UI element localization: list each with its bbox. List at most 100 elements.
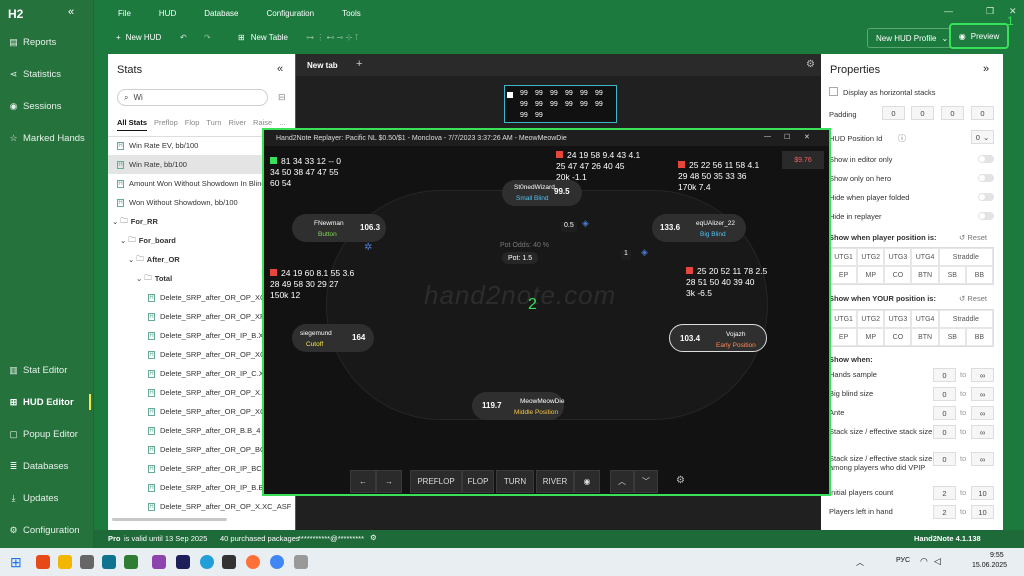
position-cell[interactable]: CO	[884, 266, 912, 284]
condition-from-input[interactable]: 0	[933, 368, 956, 382]
menu-hud[interactable]: HUD	[159, 9, 176, 18]
hud-anchor[interactable]	[507, 92, 513, 98]
app-icon[interactable]	[176, 555, 190, 569]
preflop-button[interactable]: PREFLOP	[410, 470, 462, 493]
condition-from-input[interactable]: 0	[933, 406, 956, 420]
clock-date[interactable]: 15.06.2025	[972, 562, 1007, 569]
hide-when-folded-toggle[interactable]	[978, 193, 994, 201]
minimize-icon[interactable]: —	[764, 133, 771, 140]
sidebar-item-marked-hands[interactable]: ☆ Marked Hands	[0, 128, 94, 148]
sidebar-item-updates[interactable]: ⤓ Updates	[0, 488, 94, 508]
river-button[interactable]: RIVER	[536, 470, 574, 493]
condition-from-input[interactable]: 2	[933, 505, 956, 519]
position-cell[interactable]: UTG4	[911, 310, 939, 328]
clock-time[interactable]: 9:55	[990, 552, 1004, 559]
tab-preflop[interactable]: Preflop	[154, 118, 178, 131]
filter-icon[interactable]: ⊟	[278, 92, 286, 103]
tab-all-stats[interactable]: All Stats	[117, 118, 148, 131]
position-cell[interactable]: UTG1	[830, 310, 858, 328]
stat-row[interactable]: H Delete_SRP_after_OR_OP_X.XC_ASF	[108, 497, 295, 516]
mini-hud-preview[interactable]: 99 99 99 99 99 99 99 99 99 99 99 99 99 99	[504, 85, 617, 123]
player-hud[interactable]: 24 19 60 8.1 55 3.6 28 49 58 30 29 27 15…	[270, 268, 354, 301]
condition-to-input[interactable]: ∞	[971, 425, 994, 439]
turn-button[interactable]: TURN	[496, 470, 534, 493]
position-cell[interactable]: EP	[830, 328, 858, 346]
prev-hand-button[interactable]: ←	[350, 470, 376, 493]
player-hud[interactable]: 25 20 52 11 78 2.5 28 51 50 40 39 40 3k …	[686, 266, 767, 299]
volume-icon[interactable]: ◁	[934, 556, 941, 567]
app-icon[interactable]	[102, 555, 116, 569]
position-cell[interactable]: BB	[965, 328, 993, 346]
condition-from-input[interactable]: 0	[933, 425, 956, 439]
horizontal-scrollbar[interactable]	[112, 518, 227, 521]
player-hud[interactable]: 25 22 56 11 58 4.1 29 48 50 35 33 36 170…	[678, 160, 759, 193]
sidebar-item-hud-editor[interactable]: ⊞ HUD Editor	[0, 392, 94, 412]
sidebar-item-databases[interactable]: ≣ Databases	[0, 456, 94, 476]
player-seat[interactable]: siegemund 164 Cutoff	[292, 324, 374, 352]
maximize-icon[interactable]: ☐	[784, 133, 790, 141]
position-cell[interactable]: UTG3	[884, 248, 912, 266]
position-cell[interactable]: SB	[938, 328, 966, 346]
condition-from-input[interactable]: 0	[933, 452, 956, 466]
menu-tools[interactable]: Tools	[342, 9, 361, 18]
show-in-editor-toggle[interactable]	[978, 155, 994, 163]
app-icon[interactable]	[58, 555, 72, 569]
next-hand-button[interactable]: →	[376, 470, 402, 493]
app-icon[interactable]	[294, 555, 308, 569]
player-hud[interactable]: 24 19 58 9.4 43 4.1 25 47 47 26 40 45 20…	[556, 150, 640, 183]
info-icon[interactable]: ⓘ	[898, 133, 906, 144]
hud-profile-select[interactable]: New HUD Profile ⌄	[867, 28, 958, 48]
new-table-button[interactable]: ⊞ New Table	[238, 33, 288, 42]
reset-button[interactable]: ↺ Reset	[959, 294, 987, 303]
condition-to-input[interactable]: ∞	[971, 452, 994, 466]
app-icon[interactable]	[152, 555, 166, 569]
tab-river[interactable]: River	[229, 118, 247, 131]
chevrons-left-icon[interactable]: «	[277, 63, 283, 75]
condition-to-input[interactable]: 10	[971, 486, 994, 500]
app-icon[interactable]	[222, 555, 236, 569]
condition-to-input[interactable]: ∞	[971, 406, 994, 420]
minimize-icon[interactable]: —	[944, 6, 953, 16]
gear-icon[interactable]: ⚙	[370, 533, 377, 542]
windows-start-icon[interactable]: ⊞	[10, 554, 22, 571]
menu-file[interactable]: File	[118, 9, 131, 18]
position-cell[interactable]: MP	[857, 328, 885, 346]
flop-button[interactable]: FLOP	[462, 470, 494, 493]
chevrons-right-icon[interactable]: »	[983, 63, 989, 75]
position-cell[interactable]: SB	[938, 266, 966, 284]
chevrons-left-icon[interactable]: «	[68, 6, 74, 18]
redo-icon[interactable]: ↷	[204, 33, 211, 42]
sidebar-item-reports[interactable]: ▤ Reports	[0, 32, 94, 52]
close-icon[interactable]: ✕	[804, 133, 810, 141]
condition-to-input[interactable]: ∞	[971, 368, 994, 382]
app-icon[interactable]	[36, 555, 50, 569]
player-seat[interactable]: 133.6 eqUAlizer_22 Big Blind	[652, 214, 746, 242]
sidebar-item-stat-editor[interactable]: ▥ Stat Editor	[0, 360, 94, 380]
padding-top-input[interactable]: 0	[911, 106, 934, 120]
hide-in-replayer-toggle[interactable]	[978, 212, 994, 220]
language-indicator[interactable]: РУС	[896, 557, 910, 564]
show-cards-button[interactable]: ◉	[574, 470, 600, 493]
undo-icon[interactable]: ↶	[180, 33, 187, 42]
player-seat[interactable]: FNewman 106.3 Button	[292, 214, 386, 242]
position-cell[interactable]: Straddle	[938, 248, 993, 266]
position-cell[interactable]: UTG4	[911, 248, 939, 266]
position-cell[interactable]: BTN	[911, 328, 939, 346]
player-seat[interactable]: 119.7 MeowMeowDie Middle Position	[472, 392, 564, 420]
position-cell[interactable]: BTN	[911, 266, 939, 284]
sidebar-item-statistics[interactable]: ⋖ Statistics	[0, 64, 94, 84]
step-down-button[interactable]: ﹀	[634, 470, 658, 493]
sidebar-item-popup-editor[interactable]: ▢ Popup Editor	[0, 424, 94, 444]
gear-icon[interactable]: ⚙	[806, 59, 815, 70]
player-seat[interactable]: 103.4 Vojazh Early Position	[669, 324, 767, 352]
position-cell[interactable]: UTG2	[857, 310, 885, 328]
position-cell[interactable]: BB	[965, 266, 993, 284]
chrome-icon[interactable]	[270, 555, 284, 569]
condition-to-input[interactable]: 10	[971, 505, 994, 519]
step-up-button[interactable]: ︿	[610, 470, 634, 493]
firefox-icon[interactable]	[246, 555, 260, 569]
hand2note-taskbar-icon[interactable]	[124, 555, 138, 569]
new-hud-button[interactable]: + New HUD	[116, 33, 161, 42]
condition-to-input[interactable]: ∞	[971, 387, 994, 401]
horizontal-stacks-checkbox[interactable]	[829, 87, 838, 96]
